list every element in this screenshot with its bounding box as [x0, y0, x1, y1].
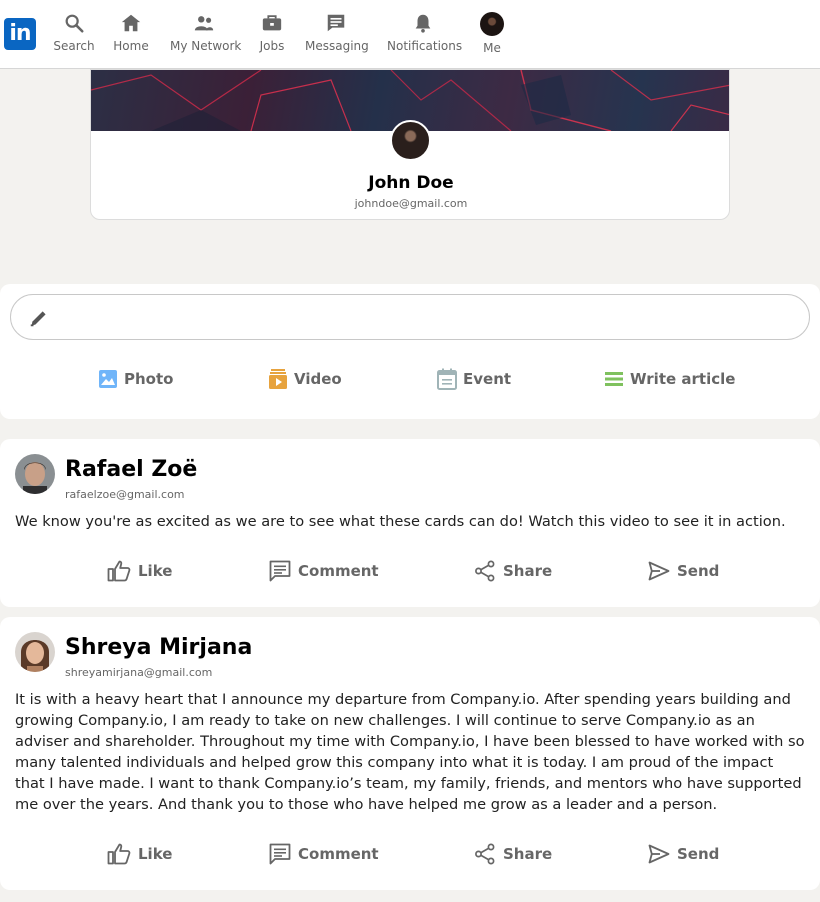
- video-label: Video: [294, 370, 342, 388]
- bell-icon: [415, 14, 431, 33]
- send-button[interactable]: Send: [648, 557, 719, 585]
- send-icon: [648, 561, 670, 581]
- post-author-email: shreyamirjana@gmail.com: [65, 666, 213, 679]
- send-label: Send: [677, 845, 720, 863]
- comment-label: Comment: [298, 562, 379, 580]
- top-navigation: in Search Home My Network Jobs Messaging…: [0, 0, 820, 69]
- nav-my-network-label: My Network: [170, 39, 242, 53]
- comment-button[interactable]: Comment: [269, 840, 379, 868]
- nav-me-label: Me: [483, 41, 501, 55]
- me-avatar: [480, 12, 504, 36]
- photo-label: Photo: [124, 370, 174, 388]
- send-button[interactable]: Send: [648, 840, 719, 868]
- share-button[interactable]: Share: [474, 840, 552, 868]
- nav-home-label: Home: [113, 39, 149, 53]
- share-label: Share: [503, 845, 553, 863]
- nav-search-label: Search: [53, 39, 95, 53]
- profile-avatar[interactable]: [390, 120, 431, 161]
- like-label: Like: [138, 562, 173, 580]
- nav-search[interactable]: Search: [52, 10, 96, 60]
- send-icon: [648, 844, 670, 864]
- post-card: Rafael Zoë rafaelzoe@gmail.com We know y…: [0, 439, 820, 607]
- network-icon: [194, 16, 214, 31]
- share-icon: [475, 560, 495, 582]
- post-author-email: rafaelzoe@gmail.com: [65, 488, 185, 501]
- video-button[interactable]: Video: [268, 366, 342, 392]
- create-post-box: Photo Video Event Write article: [0, 284, 820, 419]
- post-author-avatar[interactable]: [15, 454, 55, 494]
- like-button[interactable]: Like: [107, 557, 172, 585]
- nav-messaging-label: Messaging: [305, 39, 369, 53]
- nav-jobs-label: Jobs: [259, 39, 285, 53]
- profile-card: John Doe johndoe@gmail.com: [90, 69, 730, 220]
- post-actions: Like Comment Share Send: [0, 840, 820, 868]
- nav-home[interactable]: Home: [111, 10, 151, 60]
- video-icon: [269, 369, 287, 389]
- comment-button[interactable]: Comment: [269, 557, 379, 585]
- like-button[interactable]: Like: [107, 840, 172, 868]
- post-author-avatar[interactable]: [15, 632, 55, 672]
- article-icon: [605, 372, 623, 386]
- post-text: It is with a heavy heart that I announce…: [15, 691, 805, 813]
- nav-my-network[interactable]: My Network: [170, 10, 242, 60]
- thumbs-up-icon: [107, 843, 131, 865]
- send-label: Send: [677, 562, 720, 580]
- post-author-name[interactable]: Shreya Mirjana: [65, 635, 252, 660]
- comment-label: Comment: [298, 845, 379, 863]
- comment-icon: [269, 843, 291, 865]
- post-card: Shreya Mirjana shreyamirjana@gmail.com I…: [0, 617, 820, 890]
- nav-messaging[interactable]: Messaging: [305, 10, 369, 60]
- avatar-photo: [15, 632, 55, 672]
- avatar-photo: [15, 454, 55, 494]
- briefcase-icon: [262, 15, 282, 31]
- event-icon: [437, 368, 457, 390]
- nav-notifications-label: Notifications: [387, 39, 463, 53]
- post-author-name[interactable]: Rafael Zoë: [65, 457, 197, 482]
- search-icon: [65, 14, 84, 33]
- write-article-button[interactable]: Write article: [604, 366, 735, 392]
- event-button[interactable]: Event: [437, 366, 511, 392]
- photo-button[interactable]: Photo: [98, 366, 173, 392]
- like-label: Like: [138, 845, 173, 863]
- share-button[interactable]: Share: [474, 557, 552, 585]
- profile-email: johndoe@gmail.com: [354, 197, 468, 210]
- comment-icon: [269, 560, 291, 582]
- write-article-label: Write article: [630, 370, 736, 388]
- linkedin-logo[interactable]: in: [4, 18, 36, 50]
- photo-icon: [99, 370, 117, 388]
- nav-me[interactable]: Me: [476, 10, 508, 60]
- profile-name[interactable]: John Doe: [91, 173, 729, 193]
- start-post-input[interactable]: [10, 294, 810, 340]
- post-text: We know you're as excited as we are to s…: [15, 513, 786, 530]
- home-icon: [121, 14, 141, 32]
- share-label: Share: [503, 562, 553, 580]
- thumbs-up-icon: [107, 560, 131, 582]
- event-label: Event: [463, 370, 512, 388]
- share-icon: [475, 843, 495, 865]
- pencil-icon: [30, 311, 46, 327]
- nav-notifications[interactable]: Notifications: [387, 10, 463, 60]
- messaging-icon: [327, 14, 345, 32]
- post-actions: Like Comment Share Send: [0, 557, 820, 585]
- nav-jobs[interactable]: Jobs: [255, 10, 289, 60]
